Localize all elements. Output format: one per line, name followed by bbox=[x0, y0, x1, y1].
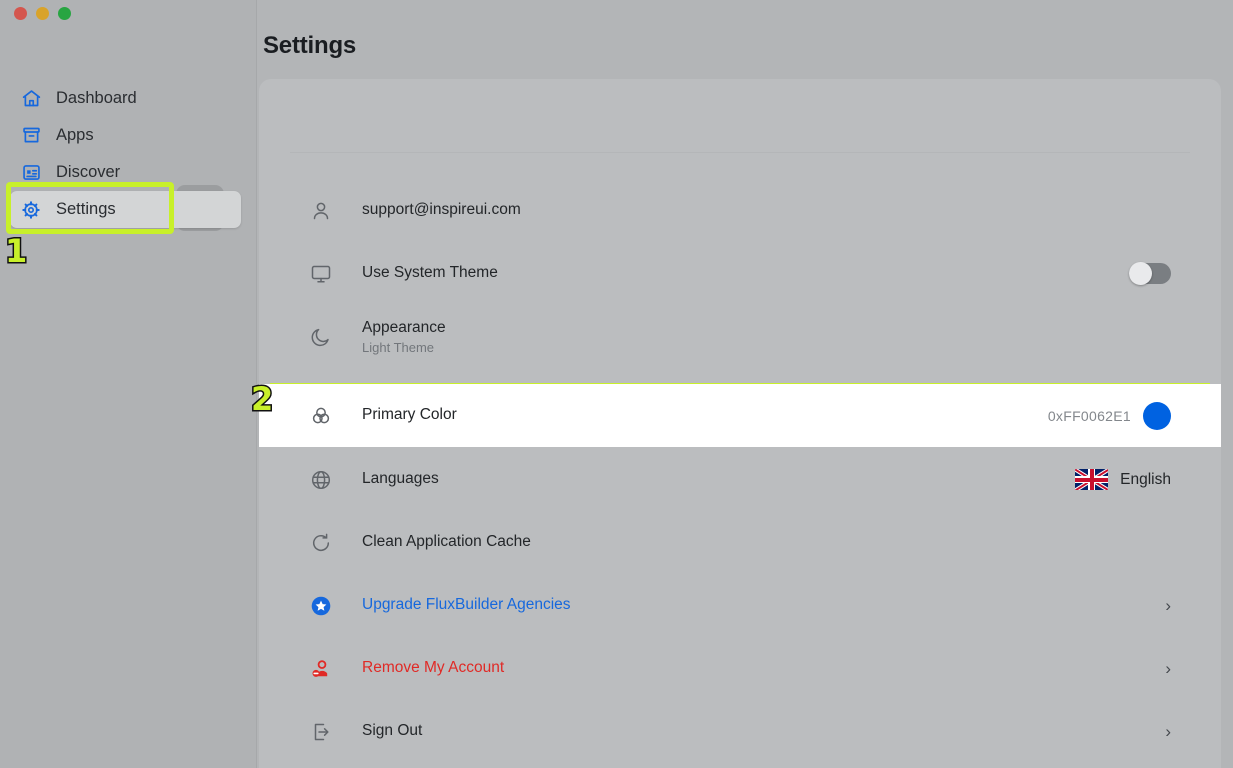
row-right: › bbox=[1165, 660, 1171, 677]
row-label-wrap: Use System Theme bbox=[362, 263, 1129, 283]
row-account[interactable]: support@inspireui.com bbox=[259, 179, 1221, 242]
sidebar-item-label: Apps bbox=[56, 126, 94, 145]
zoom-window-button[interactable] bbox=[58, 7, 71, 20]
row-remove-my-account[interactable]: Remove My Account › bbox=[259, 637, 1221, 700]
row-label-wrap: Sign Out bbox=[362, 721, 1165, 741]
close-window-button[interactable] bbox=[14, 7, 27, 20]
page-title: Settings bbox=[263, 32, 356, 60]
row-label-wrap: Appearance Light Theme bbox=[362, 318, 1171, 355]
row-appearance[interactable]: Appearance Light Theme bbox=[259, 305, 1221, 368]
primary-color-swatch[interactable] bbox=[1143, 402, 1171, 430]
sidebar-item-label: Dashboard bbox=[56, 89, 137, 108]
row-right: 0xFF0062E1 bbox=[1048, 402, 1171, 430]
sidebar-item-label: Settings bbox=[56, 200, 116, 219]
sign-out-icon bbox=[308, 719, 334, 745]
sidebar-item-settings[interactable]: Settings bbox=[10, 191, 241, 228]
row-label-wrap: Clean Application Cache bbox=[362, 532, 1171, 552]
sidebar-item-discover[interactable]: Discover bbox=[10, 154, 241, 191]
use-system-theme-toggle[interactable] bbox=[1129, 263, 1171, 284]
home-icon bbox=[20, 88, 42, 110]
row-sublabel: Light Theme bbox=[362, 340, 1171, 355]
row-label-wrap: Primary Color bbox=[362, 405, 1048, 425]
settings-card: support@inspireui.com Use System Theme bbox=[259, 79, 1221, 768]
row-label: Remove My Account bbox=[362, 658, 1165, 678]
globe-icon bbox=[308, 467, 334, 493]
app-window: Dashboard Apps bbox=[0, 0, 1233, 768]
row-label-wrap: Upgrade FluxBuilder Agencies bbox=[362, 595, 1165, 615]
row-label: Languages bbox=[362, 469, 1075, 489]
uk-flag-icon bbox=[1075, 469, 1108, 490]
sidebar-nav: Dashboard Apps bbox=[0, 80, 257, 228]
row-languages[interactable]: Languages English bbox=[259, 448, 1221, 511]
sidebar-item-label: Discover bbox=[56, 163, 120, 182]
moon-icon bbox=[308, 324, 334, 350]
row-clean-application-cache[interactable]: Clean Application Cache bbox=[259, 511, 1221, 574]
row-right bbox=[1129, 263, 1171, 284]
row-label-wrap: Languages bbox=[362, 469, 1075, 489]
row-label: Clean Application Cache bbox=[362, 532, 1171, 552]
person-remove-icon bbox=[308, 656, 334, 682]
row-label: Sign Out bbox=[362, 721, 1165, 741]
row-right: English bbox=[1075, 469, 1171, 490]
row-primary-color[interactable]: Primary Color 0xFF0062E1 bbox=[259, 384, 1221, 447]
row-right: › bbox=[1165, 723, 1171, 740]
chevron-right-icon[interactable]: › bbox=[1165, 597, 1171, 614]
gear-icon bbox=[20, 199, 42, 221]
row-label: support@inspireui.com bbox=[362, 200, 1171, 220]
window-traffic-lights bbox=[14, 7, 71, 20]
apps-icon bbox=[20, 125, 42, 147]
row-label-wrap: support@inspireui.com bbox=[362, 200, 1171, 220]
sidebar-item-dashboard[interactable]: Dashboard bbox=[10, 80, 241, 117]
main-content: Settings support@inspireui.com bbox=[257, 0, 1233, 768]
chevron-right-icon[interactable]: › bbox=[1165, 723, 1171, 740]
color-circles-icon bbox=[308, 403, 334, 429]
row-use-system-theme[interactable]: Use System Theme bbox=[259, 242, 1221, 305]
row-sign-out[interactable]: Sign Out › bbox=[259, 700, 1221, 763]
person-icon bbox=[308, 198, 334, 224]
sidebar-item-apps[interactable]: Apps bbox=[10, 117, 241, 154]
language-value: English bbox=[1120, 471, 1171, 489]
chevron-right-icon[interactable]: › bbox=[1165, 660, 1171, 677]
row-label-wrap: Remove My Account bbox=[362, 658, 1165, 678]
annotation-number-1: 1 bbox=[5, 235, 27, 267]
annotation-number-2: 2 bbox=[251, 383, 273, 415]
monitor-icon bbox=[308, 261, 334, 287]
sidebar: Dashboard Apps bbox=[0, 0, 257, 768]
row-label: Primary Color bbox=[362, 405, 1048, 425]
card-header-divider bbox=[290, 152, 1190, 153]
row-label: Use System Theme bbox=[362, 263, 1129, 283]
minimize-window-button[interactable] bbox=[36, 7, 49, 20]
row-upgrade-fluxbuilder-agencies[interactable]: Upgrade FluxBuilder Agencies › bbox=[259, 574, 1221, 637]
row-right: › bbox=[1165, 597, 1171, 614]
row-label: Appearance bbox=[362, 318, 1171, 338]
star-badge-icon bbox=[308, 593, 334, 619]
row-label: Upgrade FluxBuilder Agencies bbox=[362, 595, 1165, 615]
discover-icon bbox=[20, 162, 42, 184]
refresh-icon bbox=[308, 530, 334, 556]
primary-color-value: 0xFF0062E1 bbox=[1048, 408, 1131, 424]
toggle-knob bbox=[1129, 262, 1152, 285]
